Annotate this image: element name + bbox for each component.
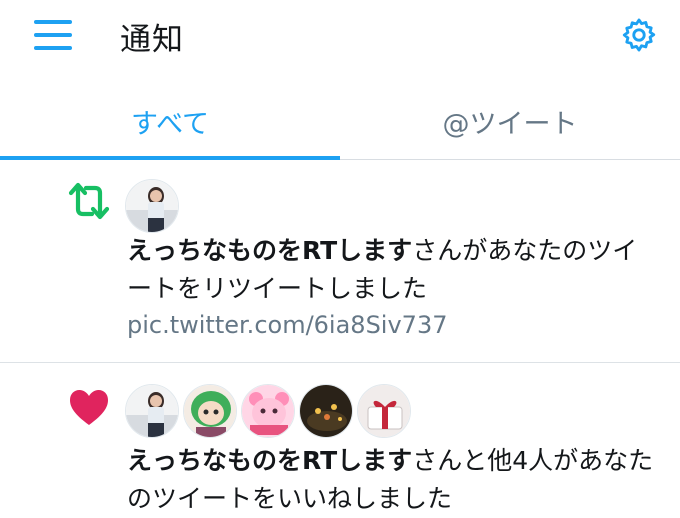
- notification-item[interactable]: えっちなものをRTしますさんと他4人があなたのツイートをいいねしました: [0, 364, 680, 518]
- notification-item[interactable]: えっちなものをRTしますさんがあなたのツイートをリツイートしました pic.tw…: [0, 161, 680, 363]
- avatar[interactable]: [183, 384, 237, 438]
- gear-icon[interactable]: [620, 16, 658, 54]
- tab-bar: すべて @ツイート: [0, 82, 680, 160]
- user-name[interactable]: えっちなものをRTします: [127, 236, 412, 265]
- avatar[interactable]: [125, 179, 179, 233]
- avatar[interactable]: [125, 384, 179, 438]
- tweet-link[interactable]: pic.twitter.com/6ia8Siv737: [127, 311, 447, 339]
- avatar[interactable]: [299, 384, 353, 438]
- tab-mentions[interactable]: @ツイート: [340, 82, 680, 160]
- tab-all[interactable]: すべて: [0, 82, 340, 160]
- avatar-group: [125, 384, 415, 438]
- avatar[interactable]: [357, 384, 411, 438]
- notification-text: えっちなものをRTしますさんと他4人があなたのツイートをいいねしました: [127, 442, 662, 518]
- heart-icon: [68, 388, 110, 428]
- retweet-icon: [68, 181, 110, 221]
- user-name[interactable]: えっちなものをRTします: [127, 446, 412, 475]
- hamburger-menu-icon[interactable]: [34, 18, 72, 52]
- header: 通知: [0, 0, 680, 82]
- avatar[interactable]: [241, 384, 295, 438]
- notification-text: えっちなものをRTしますさんがあなたのツイートをリツイートしました: [127, 232, 662, 308]
- page-title: 通知: [120, 22, 184, 58]
- active-tab-indicator: [0, 156, 340, 160]
- avatar-group: [125, 179, 183, 233]
